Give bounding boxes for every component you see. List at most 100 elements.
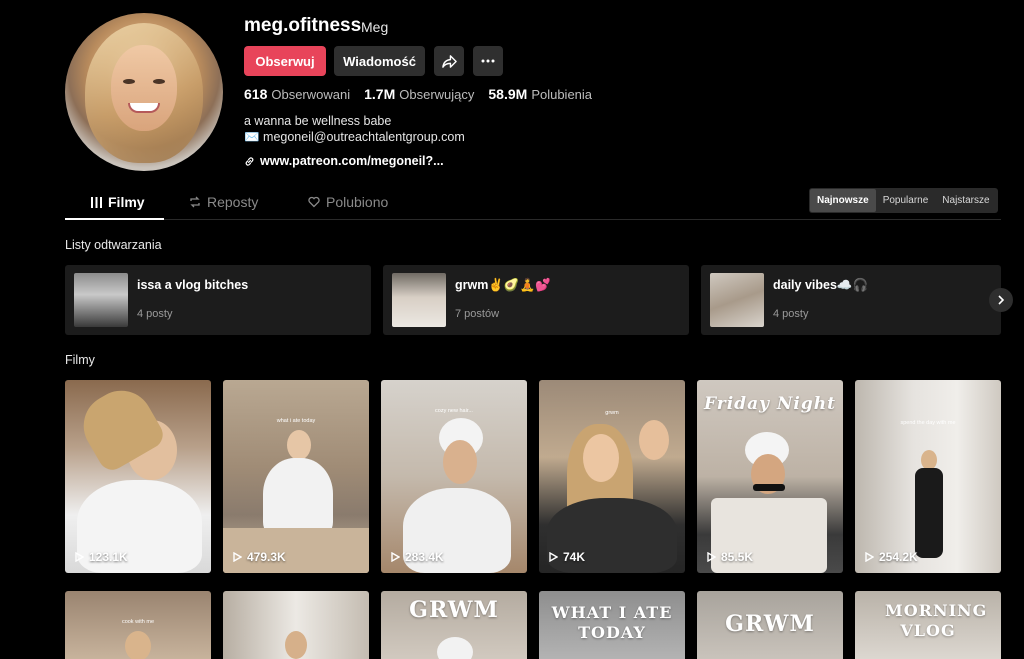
- more-button[interactable]: [473, 46, 503, 76]
- stat-following[interactable]: 618 Obserwowani: [244, 86, 350, 102]
- video-views: 74K: [549, 550, 585, 564]
- video-caption: WHAT I ATE TODAY: [551, 603, 673, 642]
- profile-avatar[interactable]: [65, 13, 223, 171]
- video-thumbnail[interactable]: 123.1K: [65, 380, 211, 573]
- profile-nickname: Meg: [361, 19, 389, 35]
- video-figure: [287, 430, 311, 460]
- video-caption: spend the day with me: [900, 420, 956, 426]
- stat-likes: 58.9M Polubienia: [488, 86, 592, 102]
- tab-reposts[interactable]: Reposty: [189, 194, 258, 210]
- views-count: 254.2K: [879, 550, 918, 564]
- play-icon: [391, 552, 400, 562]
- video-thumbnail[interactable]: what i ate today 479.3K: [223, 380, 369, 573]
- play-icon: [549, 552, 558, 562]
- sort-popular[interactable]: Popularne: [876, 189, 936, 212]
- stat-label: Obserwujący: [399, 87, 475, 102]
- video-thumbnail[interactable]: cozy new hair... 283.4K: [381, 380, 527, 573]
- profile-bio: a wanna be wellness babe ✉️ megoneil@out…: [244, 113, 465, 145]
- video-thumbnail[interactable]: GRWM: [697, 591, 843, 659]
- video-caption: GRWM: [725, 611, 815, 637]
- video-thumbnail[interactable]: GRWM: [381, 591, 527, 659]
- sort-oldest[interactable]: Najstarsze: [935, 189, 996, 212]
- tab-label: Filmy: [108, 194, 145, 210]
- tab-label: Polubiono: [326, 194, 389, 210]
- views-count: 283.4K: [405, 550, 444, 564]
- video-views: 254.2K: [865, 550, 918, 564]
- profile-link[interactable]: www.patreon.com/megoneil?...: [244, 154, 444, 168]
- bio-line: a wanna be wellness babe: [244, 114, 392, 128]
- video-caption: cook with me: [121, 619, 155, 625]
- tab-liked[interactable]: Polubiono: [308, 194, 388, 210]
- video-caption: what i ate today: [276, 418, 316, 424]
- share-button[interactable]: [434, 46, 464, 76]
- share-icon: [441, 54, 457, 68]
- playlist-card[interactable]: grwm✌️🥑🧘💕 7 postów: [383, 265, 689, 335]
- views-count: 479.3K: [247, 550, 286, 564]
- views-count: 74K: [563, 550, 586, 564]
- avatar-eye: [153, 79, 165, 84]
- video-thumbnail[interactable]: Friday Night 85.5K: [697, 380, 843, 573]
- video-figure: [263, 458, 333, 538]
- views-count: 85.5K: [721, 550, 754, 564]
- stat-value: 618: [244, 86, 268, 102]
- video-figure: [125, 631, 151, 659]
- playlist-count: 4 posty: [137, 308, 173, 320]
- play-icon: [865, 552, 874, 562]
- more-icon: [481, 59, 495, 63]
- avatar-eye: [123, 79, 135, 84]
- stat-value: 58.9M: [488, 86, 528, 102]
- playlist-next-button[interactable]: [989, 288, 1013, 312]
- playlist-count: 4 posty: [773, 308, 809, 320]
- tab-label: Reposty: [207, 194, 259, 210]
- sort-newest[interactable]: Najnowsze: [810, 189, 876, 212]
- video-thumbnail[interactable]: grwm 74K: [539, 380, 685, 573]
- playlist-count: 7 postów: [455, 308, 500, 320]
- grid-icon: [91, 196, 102, 208]
- video-thumbnail[interactable]: MORNING VLOG: [855, 591, 1001, 659]
- playlist-thumbnail: [710, 273, 764, 327]
- avatar-smile: [128, 103, 160, 113]
- link-text: www.patreon.com/megoneil?...: [260, 154, 444, 168]
- avatar-face: [111, 45, 177, 131]
- stat-value: 1.7M: [364, 86, 396, 102]
- play-icon: [707, 552, 716, 562]
- stat-followers[interactable]: 1.7M Obserwujący: [364, 86, 474, 102]
- active-tab-underline: [65, 218, 164, 220]
- video-caption: GRWM: [409, 597, 499, 623]
- video-caption: Friday Night: [704, 394, 836, 414]
- playlist-thumbnail: [392, 273, 446, 327]
- playlist-name: daily vibes☁️🎧: [773, 278, 869, 292]
- play-icon: [233, 552, 242, 562]
- video-sunglasses: [753, 484, 785, 491]
- follow-button[interactable]: Obserwuj: [244, 46, 326, 76]
- video-figure: [443, 440, 477, 484]
- video-caption: MORNING VLOG: [885, 601, 988, 640]
- video-caption: grwm: [605, 410, 619, 416]
- video-figure: [583, 434, 619, 482]
- video-thumbnail[interactable]: spend the day with me 254.2K: [855, 380, 1001, 573]
- link-icon: [245, 156, 254, 166]
- video-figure: [285, 631, 307, 659]
- stat-label: Polubienia: [531, 87, 593, 102]
- stat-label: Obserwowani: [271, 87, 351, 102]
- video-figure: [921, 450, 937, 470]
- bio-line: ✉️ megoneil@outreachtalentgroup.com: [244, 130, 465, 144]
- video-views: 123.1K: [75, 550, 128, 564]
- message-button[interactable]: Wiadomość: [334, 46, 425, 76]
- video-thumbnail[interactable]: [223, 591, 369, 659]
- video-thumbnail[interactable]: cook with me: [65, 591, 211, 659]
- playlist-card[interactable]: daily vibes☁️🎧 4 posty: [701, 265, 1001, 335]
- liked-icon: [308, 196, 320, 208]
- repost-icon: [190, 196, 200, 208]
- playlist-card[interactable]: issa a vlog bitches 4 posty: [65, 265, 371, 335]
- sort-toggle: Najnowsze Popularne Najstarsze: [809, 188, 998, 213]
- video-views: 283.4K: [391, 550, 444, 564]
- video-towel: [437, 637, 473, 659]
- profile-username: meg.ofitness: [244, 15, 362, 36]
- video-figure: [915, 468, 943, 558]
- tab-videos[interactable]: Filmy: [91, 194, 145, 210]
- video-thumbnail[interactable]: WHAT I ATE TODAY: [539, 591, 685, 659]
- profile-stats: 618 Obserwowani 1.7M Obserwujący 58.9M Polu…: [244, 86, 592, 102]
- playlist-thumbnail: [74, 273, 128, 327]
- video-caption: cozy new hair...: [435, 408, 473, 414]
